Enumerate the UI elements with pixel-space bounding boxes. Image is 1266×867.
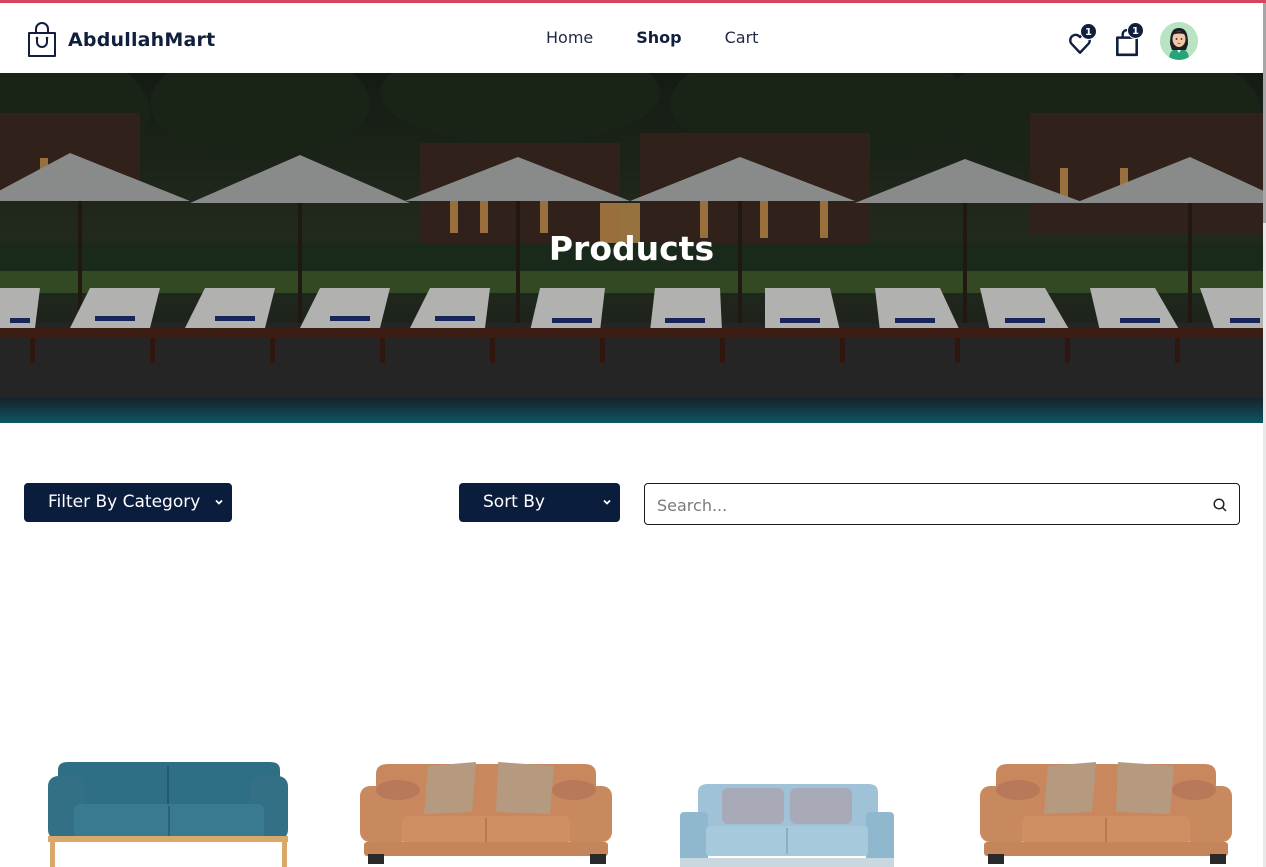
- nav-link-home[interactable]: Home: [546, 28, 593, 47]
- product-card[interactable]: [978, 740, 1234, 867]
- chevron-down-icon: [603, 499, 611, 505]
- product-image-light-blue-sofa: [680, 784, 894, 867]
- cart-button[interactable]: 1: [1114, 22, 1144, 57]
- category-filter-select[interactable]: Filter By Category: [24, 483, 232, 522]
- nav-link-shop[interactable]: Shop: [636, 28, 681, 47]
- hero-banner: Products: [0, 73, 1263, 423]
- main-nav: Home Shop Cart: [546, 28, 801, 47]
- product-card[interactable]: [678, 740, 896, 867]
- search-box[interactable]: [644, 483, 1240, 525]
- wishlist-button[interactable]: 1: [1067, 23, 1097, 56]
- sort-by-value: Sort By: [483, 492, 545, 512]
- avatar[interactable]: [1160, 22, 1198, 60]
- brand-logo[interactable]: AbdullahMart: [26, 22, 215, 58]
- page-title: Products: [548, 229, 715, 268]
- chevron-down-icon: [215, 499, 223, 505]
- user-avatar-illustration: [1160, 22, 1198, 60]
- sort-by-select[interactable]: Sort By: [459, 483, 620, 522]
- product-image-teal-sofa: [48, 762, 288, 867]
- brand-name: AbdullahMart: [68, 29, 216, 51]
- navbar: AbdullahMart Home Shop Cart 1 1: [0, 3, 1263, 73]
- search-icon[interactable]: [1212, 497, 1228, 513]
- product-image-tan-sofa: [980, 762, 1232, 864]
- nav-link-cart[interactable]: Cart: [725, 28, 759, 47]
- product-card[interactable]: [44, 740, 294, 867]
- shopping-bag-icon: [28, 22, 56, 57]
- wishlist-count-badge: 1: [1080, 23, 1097, 40]
- search-input[interactable]: [657, 494, 1197, 516]
- category-filter-value: Filter By Category: [48, 492, 201, 512]
- product-image-tan-sofa: [360, 762, 612, 864]
- product-card[interactable]: [358, 740, 614, 867]
- cart-count-badge: 1: [1127, 22, 1144, 39]
